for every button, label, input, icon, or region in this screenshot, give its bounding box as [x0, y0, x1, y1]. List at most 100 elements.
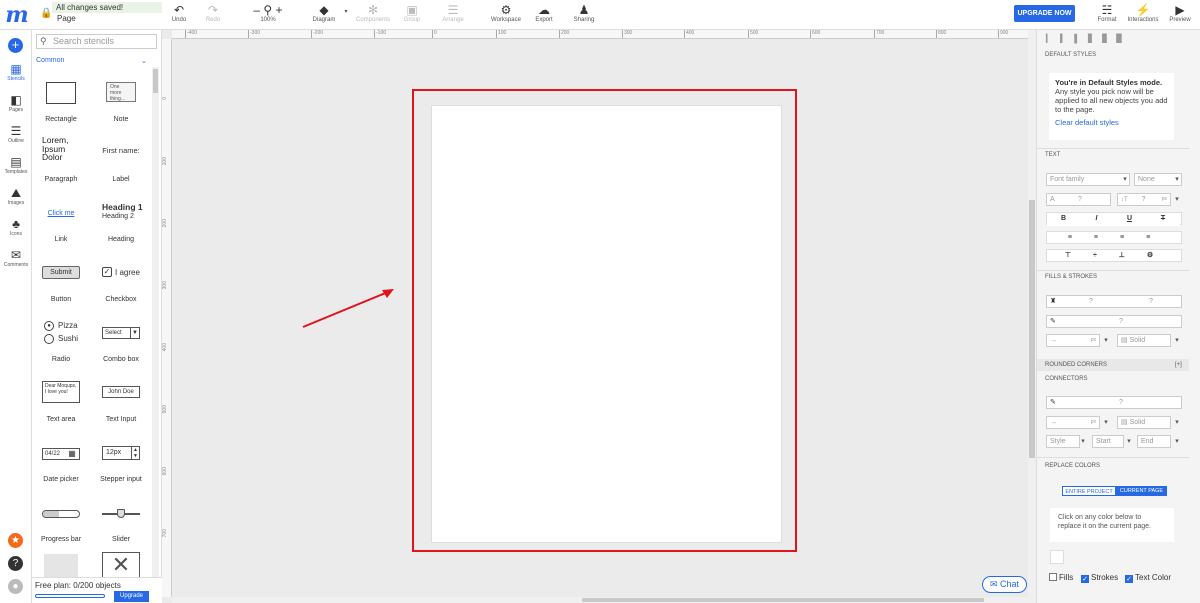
stencil-rectangle[interactable]: Rectangle	[32, 68, 90, 128]
moqups-logo[interactable]: m	[5, 3, 29, 27]
add-icon[interactable]: +	[8, 38, 23, 53]
stencil-date-picker[interactable]: 04/22 ▦ Date picker	[32, 428, 90, 488]
stencil-placeholder[interactable]: ✕	[92, 548, 150, 578]
scrollbar-thumb[interactable]	[153, 69, 158, 93]
align-bottom-icon[interactable]: ⊥	[1119, 252, 1147, 259]
upgrade-now-button[interactable]: UPGRADE NOW	[1014, 5, 1075, 22]
stencil-heading[interactable]: Heading 1 Heading 2 Heading	[92, 188, 150, 248]
fill-color-field[interactable]: ♜??	[1046, 295, 1182, 308]
diagram-button[interactable]: ◆ Diagram	[311, 3, 337, 23]
gear-icon[interactable]: ⚙	[1147, 252, 1175, 259]
avatar[interactable]: ●	[8, 579, 23, 594]
stencil-note[interactable]: One more thing... Note	[92, 68, 150, 128]
underline-button[interactable]: U	[1113, 213, 1146, 226]
nav-stencils[interactable]: ▦ Stencils	[0, 62, 32, 82]
stencils-scrollbar[interactable]	[152, 67, 159, 587]
stroke-width-input[interactable]: → px	[1046, 334, 1100, 347]
fills-checkbox[interactable]: Fills	[1049, 573, 1073, 582]
nav-images[interactable]: ⛰ Images	[0, 186, 32, 206]
workspace-button[interactable]: ⚙ Workspace	[488, 3, 524, 23]
canvas-vertical-scrollbar[interactable]	[1028, 30, 1036, 603]
end-arrow-select[interactable]: End	[1137, 435, 1171, 448]
chevron-down-icon[interactable]: ▾	[1124, 435, 1134, 448]
align-top-icon[interactable]: ⊤	[1065, 252, 1093, 259]
line-height-input[interactable]: ↕T ? px	[1117, 193, 1171, 206]
stencil-slider[interactable]: Slider	[92, 488, 150, 548]
scrollbar-thumb[interactable]	[582, 598, 984, 602]
align-icons-row[interactable]: ▎▍▌▋▊▉	[1046, 34, 1194, 44]
font-family-select[interactable]: Font family	[1046, 173, 1130, 186]
chat-button[interactable]: ✉ Chat	[982, 576, 1027, 593]
stencil-combo-box[interactable]: Select ▼ Combo box	[92, 308, 150, 368]
connector-stroke-field[interactable]: ✎?	[1046, 396, 1182, 409]
stencil-text-area[interactable]: Dear Moqups, I love you! Text area	[32, 368, 90, 428]
format-tab[interactable]: ☵ Format	[1094, 3, 1120, 23]
line-style-select[interactable]: Style	[1046, 435, 1080, 448]
strokes-checkbox[interactable]: ✓ Strokes	[1081, 573, 1118, 583]
export-button[interactable]: ☁ Export	[531, 3, 557, 23]
arrange-button[interactable]: ☰ Arrange	[438, 3, 468, 23]
chevron-down-icon[interactable]: ⌄	[141, 57, 147, 65]
chevron-down-icon[interactable]: ▾	[1120, 173, 1130, 186]
italic-button[interactable]: I	[1080, 213, 1113, 226]
stencil-category[interactable]: Common	[36, 57, 64, 64]
current-page-toggle[interactable]: CURRENT PAGE	[1116, 486, 1167, 496]
nav-templates[interactable]: ▤ Templates	[0, 155, 32, 175]
stencil-checkbox[interactable]: ✓ I agree Checkbox	[92, 248, 150, 308]
diagram-dropdown-icon[interactable]: ▾	[340, 8, 352, 15]
stencil-image[interactable]	[32, 548, 90, 578]
vertical-align-row[interactable]: ⊤÷⊥⚙	[1046, 249, 1182, 262]
nav-icons[interactable]: ♣ Icons	[0, 217, 32, 237]
stroke-color-field[interactable]: ✎?	[1046, 315, 1182, 328]
align-right-icon[interactable]: ≡	[1120, 234, 1146, 241]
checkbox-checked-icon[interactable]: ✓	[1125, 575, 1133, 583]
chevron-down-icon[interactable]: ▾	[1078, 435, 1088, 448]
group-button[interactable]: ▣ Group	[400, 3, 424, 23]
connector-width-input[interactable]: → px	[1046, 416, 1100, 429]
chevron-down-icon[interactable]: ▾	[1172, 416, 1182, 429]
connector-style-select[interactable]: ▤ Solid	[1117, 416, 1171, 429]
strikethrough-button[interactable]: T	[1146, 213, 1180, 226]
canvas-horizontal-scrollbar[interactable]	[172, 597, 1028, 603]
stencil-label[interactable]: First name: Label	[92, 128, 150, 188]
color-swatch[interactable]	[1050, 550, 1064, 564]
text-color-checkbox[interactable]: ✓ Text Color	[1125, 573, 1171, 583]
preview-button[interactable]: ▶ Preview	[1166, 3, 1194, 23]
align-left-icon[interactable]: ≡	[1068, 234, 1094, 241]
chevron-down-icon[interactable]: ▾	[1101, 334, 1111, 347]
bold-button[interactable]: B	[1047, 213, 1080, 226]
sharing-button[interactable]: ♟ Sharing	[570, 3, 598, 23]
checkbox-icon[interactable]	[1049, 573, 1057, 581]
rounded-corners-toggle[interactable]: [+]	[1175, 362, 1182, 368]
nav-comments[interactable]: ✉ Comments	[0, 248, 32, 268]
components-button[interactable]: ✻ Components	[354, 3, 392, 23]
stencil-radio[interactable]: ● Pizza Sushi Radio	[32, 308, 90, 368]
entire-project-toggle[interactable]: ENTIRE PROJECT	[1062, 486, 1116, 496]
checkbox-checked-icon[interactable]: ✓	[1081, 575, 1089, 583]
nav-pages[interactable]: ◧ Pages	[0, 93, 32, 113]
stencil-stepper-input[interactable]: 12px ▲ ▼ Stepper input	[92, 428, 150, 488]
align-middle-icon[interactable]: ÷	[1093, 252, 1119, 259]
align-center-icon[interactable]: ≡	[1094, 234, 1120, 241]
gift-icon[interactable]: ★	[8, 533, 23, 548]
redo-button[interactable]: ↷ Redo	[204, 3, 222, 23]
stroke-style-select[interactable]: ▤ Solid	[1117, 334, 1171, 347]
undo-button[interactable]: ↶ Undo	[170, 3, 188, 23]
font-size-input[interactable]: A?	[1046, 193, 1111, 206]
current-page-name[interactable]: Page	[57, 14, 76, 23]
chevron-down-icon[interactable]: ▾	[1172, 173, 1182, 186]
chevron-down-icon[interactable]: ▾	[1172, 435, 1182, 448]
search-stencils-input[interactable]: ⚲ Search stencils	[36, 34, 157, 49]
stencil-link[interactable]: Click me Link	[32, 188, 90, 248]
justify-icon[interactable]: ≡	[1146, 234, 1172, 241]
start-arrow-select[interactable]: Start	[1092, 435, 1124, 448]
chevron-down-icon[interactable]: ▾	[1172, 193, 1182, 206]
chevron-down-icon[interactable]: ▾	[1172, 334, 1182, 347]
stencil-button[interactable]: Submit Button	[32, 248, 90, 308]
stencil-text-input[interactable]: John Doe Text Input	[92, 368, 150, 428]
interactions-tab[interactable]: ⚡ Interactions	[1125, 3, 1161, 23]
scrollbar-thumb[interactable]	[1029, 200, 1035, 458]
chevron-down-icon[interactable]: ▾	[1101, 416, 1111, 429]
stencil-paragraph[interactable]: Lorem, Ipsum Dolor Paragraph	[32, 128, 90, 188]
upgrade-button[interactable]: Upgrade	[114, 591, 149, 602]
